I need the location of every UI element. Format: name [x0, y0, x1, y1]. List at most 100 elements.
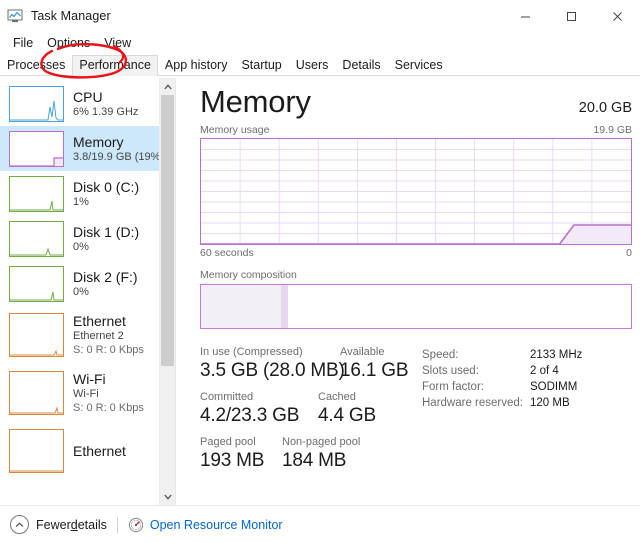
stat-value-in-use: 3.5 GB (28.0 MB) [200, 360, 345, 381]
spec-row-hardware-reserved: Hardware reserved: 120 MB [422, 395, 582, 411]
close-button[interactable] [594, 0, 640, 32]
sidebar-text-ethernet: Ethernet Ethernet 2 S: 0 R: 0 Kbps [73, 313, 144, 357]
wifi-thumbnail-graph [9, 371, 64, 415]
memory-header: Memory 20.0 GB [200, 84, 632, 120]
usage-graph-label: Memory usage [200, 124, 270, 136]
memory-detail-panel: Memory 20.0 GB Memory usage 19.9 GB 60 s… [176, 78, 640, 505]
open-resource-monitor-label: Open Resource Monitor [149, 517, 283, 532]
spec-key-form-factor: Form factor: [422, 381, 484, 393]
sidebar-item-disk0[interactable]: Disk 0 (C:) 1% [0, 171, 175, 216]
stat-non-paged-pool: Non-paged pool 184 MB [282, 435, 360, 473]
stat-cached: Cached 4.4 GB [318, 390, 376, 428]
fewer-details-button[interactable]: Fewer d etails [10, 515, 107, 534]
spec-value-slots-used: 2 of 4 [530, 365, 559, 377]
tab-details[interactable]: Details [335, 55, 387, 76]
spec-key-slots-used: Slots used: [422, 365, 479, 377]
sidebar-text-disk0: Disk 0 (C:) 1% [73, 179, 139, 209]
spec-value-hardware-reserved: 120 MB [530, 397, 570, 409]
stat-value-available: 16.1 GB [340, 360, 409, 381]
menu-item-file[interactable]: File [6, 34, 40, 52]
menu-item-view[interactable]: View [97, 34, 138, 52]
sidebar-item-disk1[interactable]: Disk 1 (D:) 0% [0, 216, 175, 261]
memory-stats: In use (Compressed) 3.5 GB (28.0 MB) Ava… [200, 345, 632, 480]
memory-composition-bar[interactable] [200, 284, 632, 329]
tab-services[interactable]: Services [388, 55, 450, 76]
spec-row-slots-used: Slots used: 2 of 4 [422, 363, 582, 379]
memory-specs: Speed: 2133 MHz Slots used: 2 of 4 Form … [422, 345, 582, 480]
stat-label-cached: Cached [318, 391, 356, 403]
composition-segment-free [377, 285, 631, 328]
composition-segment-standby [288, 285, 379, 328]
memory-total: 20.0 GB [578, 100, 632, 116]
scrollbar-thumb[interactable] [161, 95, 174, 367]
sidebar-item-disk2[interactable]: Disk 2 (F:) 0% [0, 261, 175, 306]
tab-app-history[interactable]: App history [158, 55, 235, 76]
sidebar-item-label-ethernet: Ethernet [73, 313, 126, 329]
stat-label-non-paged-pool: Non-paged pool [282, 436, 361, 448]
stat-label-committed: Committed [200, 391, 254, 403]
spec-value-form-factor: SODIMM [530, 381, 578, 393]
memory-thumbnail-graph [9, 130, 64, 167]
sidebar-item-label-wifi: Wi-Fi [73, 371, 106, 387]
tab-strip: Processes Performance App history Startu… [0, 54, 640, 76]
spec-row-form-factor: Form factor: SODIMM [422, 379, 582, 395]
memory-stats-left: In use (Compressed) 3.5 GB (28.0 MB) Ava… [200, 345, 422, 480]
composition-segment-in-use [201, 285, 281, 328]
sidebar-item-sub-disk0: 1% [73, 195, 89, 208]
window-title: Task Manager [31, 9, 111, 23]
sidebar-item-ethernet-2[interactable]: Ethernet [0, 422, 175, 480]
sidebar-item-wifi[interactable]: Wi-Fi Wi-Fi S: 0 R: 0 Kbps [0, 364, 175, 422]
window-controls [502, 0, 640, 32]
sidebar-scrollbar[interactable] [159, 78, 175, 505]
disk0-thumbnail-graph [9, 175, 64, 212]
ethernet-thumbnail-graph [9, 313, 64, 357]
fewer-details-label-post: etails [77, 517, 107, 532]
usage-graph-max: 19.9 GB [593, 124, 632, 136]
open-resource-monitor-link[interactable]: Open Resource Monitor [128, 517, 283, 533]
maximize-button[interactable] [548, 0, 594, 32]
sidebar-item-sub-memory: 3.8/19.9 GB (19%) [73, 150, 165, 163]
ethernet2-thumbnail-graph [9, 429, 64, 473]
sidebar-item-label-disk0: Disk 0 (C:) [73, 178, 140, 195]
task-manager-window: Task Manager File Options View Processes… [0, 0, 640, 543]
spec-key-speed: Speed: [422, 349, 459, 361]
sidebar-item-memory[interactable]: Memory 3.8/19.9 GB (19%) [0, 126, 175, 171]
menu-item-options[interactable]: Options [40, 34, 97, 52]
stat-committed: Committed 4.2/23.3 GB [200, 390, 318, 428]
scroll-up-icon[interactable] [160, 78, 175, 95]
stat-row-1: In use (Compressed) 3.5 GB (28.0 MB) Ava… [200, 345, 422, 383]
sidebar-item-cpu[interactable]: CPU 6% 1.39 GHz [0, 81, 175, 126]
stat-value-committed: 4.2/23.3 GB [200, 405, 300, 426]
stat-label-in-use: In use (Compressed) [200, 346, 303, 358]
minimize-button[interactable] [502, 0, 548, 32]
spec-row-speed: Speed: 2133 MHz [422, 347, 582, 363]
sidebar-item-sub-wifi-rate: S: 0 R: 0 Kbps [73, 402, 144, 414]
resource-sidebar: CPU 6% 1.39 GHz Memory 3.8/19.9 GB (19%) [0, 78, 176, 505]
sidebar-item-sub-ethernet-adapter: Ethernet 2 [73, 330, 124, 342]
sidebar-item-label-disk2: Disk 2 (F:) [73, 268, 138, 285]
tab-startup[interactable]: Startup [234, 55, 288, 76]
usage-graph-labels: Memory usage 19.9 GB [200, 124, 632, 137]
scroll-down-icon[interactable] [160, 488, 175, 505]
scrollbar-track[interactable] [160, 95, 175, 488]
sidebar-text-memory: Memory 3.8/19.9 GB (19%) [73, 134, 164, 164]
stat-in-use: In use (Compressed) 3.5 GB (28.0 MB) [200, 345, 345, 383]
sidebar-item-sub-ethernet-rate: S: 0 R: 0 Kbps [73, 344, 144, 356]
disk1-thumbnail-graph [9, 220, 64, 257]
sidebar-text-cpu: CPU 6% 1.39 GHz [73, 89, 138, 119]
sidebar-item-label-memory: Memory [73, 133, 124, 150]
page-title: Memory [200, 84, 311, 119]
spec-key-hardware-reserved: Hardware reserved: [422, 397, 523, 409]
sidebar-item-ethernet[interactable]: Ethernet Ethernet 2 S: 0 R: 0 Kbps [0, 306, 175, 364]
sidebar-item-sub-cpu: 6% 1.39 GHz [73, 105, 139, 118]
stat-value-non-paged-pool: 184 MB [282, 450, 347, 471]
sidebar-text-disk2: Disk 2 (F:) 0% [73, 269, 138, 299]
cpu-thumbnail-graph [9, 85, 64, 122]
tab-performance[interactable]: Performance [72, 55, 158, 76]
stat-available: Available 16.1 GB [340, 345, 409, 383]
disk2-thumbnail-graph [9, 265, 64, 302]
menu-bar: File Options View [0, 32, 640, 54]
tab-users[interactable]: Users [289, 55, 336, 76]
tab-processes[interactable]: Processes [0, 55, 72, 76]
sidebar-text-ethernet-2: Ethernet [73, 443, 126, 459]
